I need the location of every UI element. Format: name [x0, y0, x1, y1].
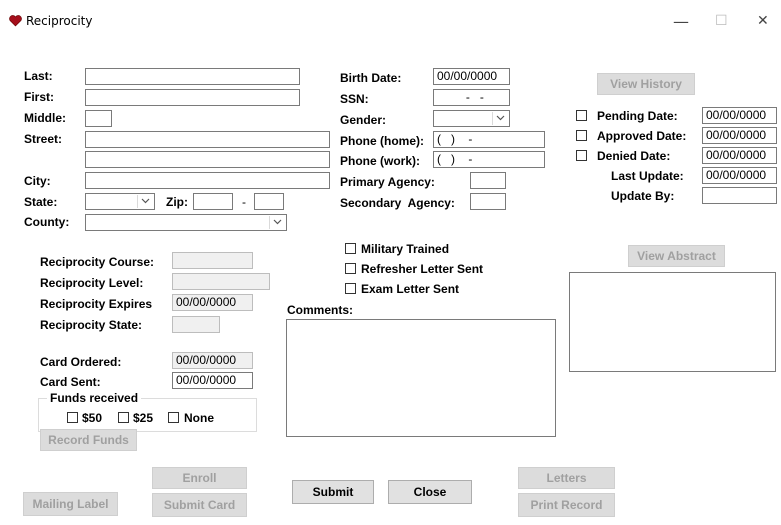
refresher-letter-checkbox[interactable]: [345, 263, 356, 274]
gender-select[interactable]: [433, 110, 510, 127]
pending-date-input[interactable]: 00/00/0000: [702, 107, 777, 124]
view-history-button[interactable]: View History: [597, 73, 695, 95]
city-label: City:: [24, 174, 51, 188]
first-name-input[interactable]: [85, 89, 300, 106]
chevron-down-icon[interactable]: [492, 112, 508, 125]
military-trained-checkbox[interactable]: [345, 243, 356, 254]
refresher-letter-label: Refresher Letter Sent: [361, 262, 484, 276]
county-label: County:: [24, 215, 70, 229]
reciprocity-state-label: Reciprocity State:: [40, 318, 143, 332]
approved-date-input[interactable]: 00/00/0000: [702, 127, 777, 144]
street-label: Street:: [24, 132, 63, 146]
reciprocity-expires-label: Reciprocity Expires: [40, 297, 153, 311]
close-window-button[interactable]: ✕: [757, 13, 769, 29]
middle-name-input[interactable]: [85, 110, 112, 127]
title-bar: [0, 0, 781, 42]
funds-25-label: $25: [133, 411, 154, 425]
funds-none-checkbox[interactable]: [168, 412, 179, 423]
funds-none-label: None: [184, 411, 214, 425]
reciprocity-expires-input[interactable]: 00/00/0000: [172, 294, 253, 311]
window-title: Reciprocity: [26, 14, 93, 28]
secondary-agency-input[interactable]: [470, 193, 506, 210]
phone-work-label: Phone (work):: [340, 154, 420, 168]
zip-input[interactable]: [193, 193, 233, 210]
city-input[interactable]: [85, 172, 330, 189]
chevron-down-icon[interactable]: [137, 195, 153, 208]
card-ordered-label: Card Ordered:: [40, 355, 122, 369]
funds-50-label: $50: [82, 411, 103, 425]
reciprocity-level-label: Reciprocity Level:: [40, 276, 144, 290]
exam-letter-checkbox[interactable]: [345, 283, 356, 294]
last-name-input[interactable]: [85, 68, 300, 85]
phone-home-label: Phone (home):: [340, 134, 424, 148]
zip4-input[interactable]: [254, 193, 284, 210]
funds-50-checkbox[interactable]: [67, 412, 78, 423]
state-select[interactable]: [85, 193, 155, 210]
update-by-label: Update By:: [611, 189, 675, 203]
heart-icon: [9, 15, 22, 30]
view-abstract-button[interactable]: View Abstract: [628, 245, 725, 267]
ssn-label: SSN:: [340, 92, 369, 106]
mailing-label-button[interactable]: Mailing Label: [23, 492, 118, 516]
approved-date-label: Approved Date:: [597, 129, 687, 143]
zip-label: Zip:: [166, 195, 188, 209]
zip-separator: -: [242, 195, 246, 209]
minimize-button[interactable]: —: [673, 12, 689, 31]
letters-button[interactable]: Letters: [518, 467, 615, 489]
approved-checkbox[interactable]: [576, 130, 587, 141]
birth-date-label: Birth Date:: [340, 71, 402, 85]
primary-agency-label: Primary Agency:: [340, 175, 435, 189]
first-name-label: First:: [24, 90, 54, 104]
gender-label: Gender:: [340, 113, 387, 127]
submit-button[interactable]: Submit: [292, 480, 374, 504]
street-input-1[interactable]: [85, 131, 330, 148]
close-button[interactable]: Close: [388, 480, 472, 504]
funds-25-checkbox[interactable]: [118, 412, 129, 423]
military-trained-label: Military Trained: [361, 242, 450, 256]
birth-date-input[interactable]: 00/00/0000: [433, 68, 510, 85]
ssn-input[interactable]: - -: [433, 89, 510, 106]
pending-checkbox[interactable]: [576, 110, 587, 121]
pending-date-label: Pending Date:: [597, 109, 678, 123]
last-update-label: Last Update:: [611, 169, 684, 183]
enroll-button[interactable]: Enroll: [152, 467, 247, 489]
card-sent-label: Card Sent:: [40, 375, 101, 389]
denied-checkbox[interactable]: [576, 150, 587, 161]
abstract-panel: [569, 272, 776, 372]
county-select[interactable]: [85, 214, 287, 231]
middle-name-label: Middle:: [24, 111, 66, 125]
record-funds-button[interactable]: Record Funds: [40, 429, 137, 451]
denied-date-label: Denied Date:: [597, 149, 671, 163]
maximize-button[interactable]: ☐: [715, 13, 728, 29]
reciprocity-course-label: Reciprocity Course:: [40, 255, 155, 269]
comments-label: Comments:: [287, 303, 354, 317]
last-name-label: Last:: [24, 69, 53, 83]
reciprocity-course-input[interactable]: [172, 252, 253, 269]
update-by-input[interactable]: [702, 187, 777, 204]
comments-textarea[interactable]: [286, 319, 556, 437]
secondary-agency-label: Secondary Agency:: [340, 196, 455, 210]
chevron-down-icon[interactable]: [269, 216, 285, 229]
reciprocity-state-input[interactable]: [172, 316, 220, 333]
phone-work-input[interactable]: ( ) -: [433, 151, 545, 168]
exam-letter-label: Exam Letter Sent: [361, 282, 460, 296]
street-input-2[interactable]: [85, 151, 330, 168]
funds-legend: Funds received: [47, 391, 142, 405]
print-record-button[interactable]: Print Record: [518, 493, 615, 517]
state-label: State:: [24, 195, 58, 209]
card-sent-input[interactable]: 00/00/0000: [172, 372, 253, 389]
reciprocity-level-input[interactable]: [172, 273, 270, 290]
denied-date-input[interactable]: 00/00/0000: [702, 147, 777, 164]
primary-agency-input[interactable]: [470, 172, 506, 189]
submit-card-button[interactable]: Submit Card: [152, 493, 247, 517]
phone-home-input[interactable]: ( ) -: [433, 131, 545, 148]
last-update-input[interactable]: 00/00/0000: [702, 167, 777, 184]
card-ordered-input[interactable]: 00/00/0000: [172, 352, 253, 369]
